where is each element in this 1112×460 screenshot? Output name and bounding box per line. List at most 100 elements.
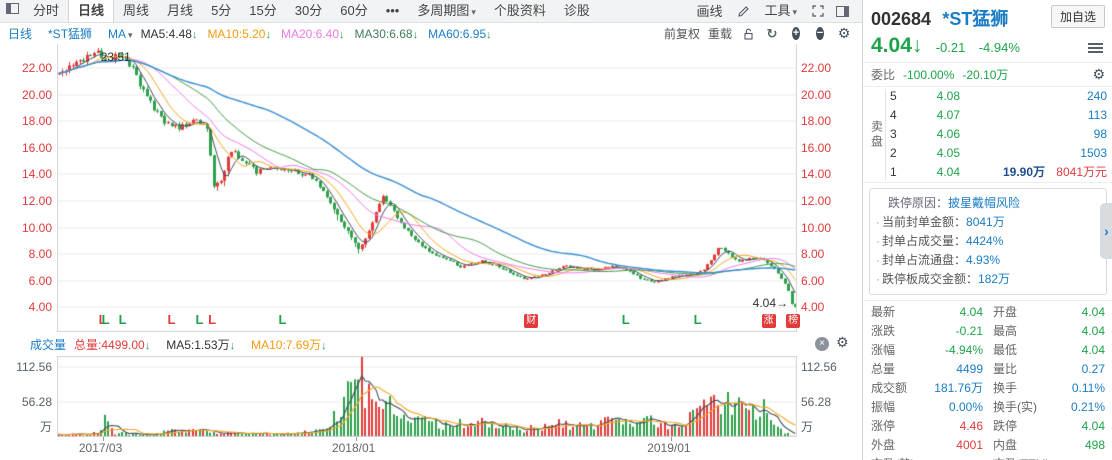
date-label: 2017/03 xyxy=(78,441,123,455)
price-axis-label: 4.00 xyxy=(28,300,52,315)
tab-周线[interactable]: 周线 xyxy=(114,0,158,22)
event-marker-l[interactable]: L xyxy=(278,313,286,327)
tab-多周期图[interactable]: 多周期图 ▾ xyxy=(408,0,485,22)
toolbar-right-group: 画线 工具 ▾ xyxy=(687,0,862,22)
stat-row: 量比 0.27 xyxy=(993,362,1105,376)
price-row: 4.04↓ -0.21 -4.94% xyxy=(863,31,1112,63)
gear-icon[interactable]: ⚙ xyxy=(836,25,852,42)
stock-name-link[interactable]: *ST猛狮 xyxy=(48,25,92,42)
event-badge-财[interactable]: 财 xyxy=(524,314,539,328)
volume-header-item: 成交量 xyxy=(30,337,67,352)
drawer-handle[interactable]: › xyxy=(1100,203,1112,259)
chevron-down-icon: ▾ xyxy=(792,6,797,17)
limit-info-item: · 当前封单金额：8041万 xyxy=(876,215,1005,229)
tab-•••[interactable]: ••• xyxy=(377,0,409,22)
period-tabs: 分时 日线 周线 月线 5分 15分 30分 60分 ••• 多周期图 ▾ 个股资料 诊股 xyxy=(24,0,599,22)
last-price: 4.04 xyxy=(871,34,912,57)
ma-selector-button[interactable]: MA ▾ xyxy=(108,27,133,41)
stock-name: *ST猛狮 xyxy=(942,9,1009,29)
price-axis-label: 16.00 xyxy=(801,140,832,155)
volume-header: 成交量 总量:4499.00↓ MA5:1.53万↓ MA10:7.69万↓ xyxy=(30,335,343,353)
sell-order-row: 2 4.05 1503 xyxy=(890,146,1107,160)
tab-30分[interactable]: 30分 xyxy=(286,0,331,22)
tab-15分[interactable]: 15分 xyxy=(240,0,285,22)
event-badge-榜[interactable]: 榜 xyxy=(786,314,801,328)
down-arrow-icon: ↓ xyxy=(486,28,492,41)
stat-row: 最低 4.04 xyxy=(993,343,1105,357)
volume-unit-label: 万 xyxy=(801,420,814,434)
tab-60分[interactable]: 60分 xyxy=(331,0,376,22)
chevron-down-icon: ▾ xyxy=(128,29,133,40)
quote-settings-gear-icon[interactable]: ⚙ xyxy=(1092,66,1105,83)
工具-button[interactable]: 工具 ▾ xyxy=(755,0,806,23)
event-marker-double-l[interactable]: LL xyxy=(99,313,110,327)
volume-header-item: 总量:4499.00↓ xyxy=(74,337,151,352)
stock-chart-app: 分时 日线 周线 月线 5分 15分 30分 60分 ••• 多周期图 ▾ 个股资料 诊股 画线 工具 ▾ … xyxy=(0,0,1112,460)
tab-分时[interactable]: 分时 xyxy=(24,0,68,22)
stat-row: 最高 4.04 xyxy=(993,324,1105,338)
refresh-icon[interactable]: ↻ xyxy=(764,26,780,42)
price-axis-label: 6.00 xyxy=(801,273,825,288)
price-change: -0.21 xyxy=(935,40,966,55)
zoom-out-icon[interactable]: − xyxy=(812,26,828,42)
weibi-diff: -20.10万 xyxy=(962,68,1009,82)
前复权-button[interactable]: 前复权 xyxy=(664,25,700,42)
quote-panel: 002684 *ST猛狮 加自选 4.04↓ -0.21 -4.94% 委比 -… xyxy=(862,0,1112,460)
volume-axis-label: 112.56 xyxy=(801,360,837,374)
tab-个股资料[interactable]: 个股资料 xyxy=(485,0,555,22)
volume-axis-label: 112.56 xyxy=(16,360,52,374)
volume-settings-gear-icon[interactable]: ⚙ xyxy=(836,334,849,351)
period-label[interactable]: 日线 xyxy=(8,25,32,42)
tab-5分[interactable]: 5分 xyxy=(202,0,240,22)
expand-icon[interactable] xyxy=(810,3,826,19)
event-marker-l[interactable]: L xyxy=(196,313,204,327)
sell-order-row: 3 4.06 98 xyxy=(890,127,1107,141)
stat-row: 外盘 4001 xyxy=(871,438,983,452)
menu-icon[interactable] xyxy=(1088,41,1103,55)
sell-order-row: 4 4.07 113 xyxy=(890,108,1107,122)
tab-日线[interactable]: 日线 xyxy=(68,0,115,22)
price-axis-label: 18.00 xyxy=(21,114,52,129)
ma-readouts: MA5:4.48↓ MA10:5.20↓ MA20:6.40↓ MA30:6.68↓ M… xyxy=(141,27,502,41)
画线-button[interactable]: 画线 xyxy=(687,1,731,22)
limit-info-item: · 封单占流通盘：4.93% xyxy=(876,253,1001,267)
price-axis-label: 16.00 xyxy=(21,140,52,155)
close-pane-icon[interactable]: × xyxy=(815,337,829,351)
price-chart-canvas[interactable] xyxy=(57,44,797,332)
stat-row: 内盘 498 xyxy=(993,438,1105,452)
down-arrow-icon: ↓ xyxy=(412,28,419,41)
event-marker-l[interactable]: L xyxy=(622,313,630,327)
zoom-in-icon[interactable]: + xyxy=(788,26,804,42)
chart-header-row: 日线 *ST猛狮 MA ▾ MA5:4.48↓ MA10:5.20↓ MA20:6.4… xyxy=(0,23,862,45)
limit-reason-link[interactable]: 披星戴帽风险 xyxy=(948,196,1020,210)
stat-row: 总量 4499 xyxy=(871,362,983,376)
event-marker-l[interactable]: L xyxy=(119,313,127,327)
event-marker-l[interactable]: L xyxy=(694,313,702,327)
event-badge-涨[interactable]: 涨 xyxy=(761,314,776,328)
重载-button[interactable]: 重载 xyxy=(708,25,732,42)
panel-toggle-icon[interactable] xyxy=(4,0,20,16)
ma-readout: MA30:6.68↓ xyxy=(354,26,419,41)
stat-row: 最新 4.04 xyxy=(871,305,983,319)
price-axis-label: 6.00 xyxy=(28,273,52,288)
event-marker-l[interactable]: L xyxy=(208,313,216,327)
down-arrow-icon: ↓ xyxy=(229,339,236,352)
event-marker-l[interactable]: L xyxy=(167,313,175,327)
volume-axis-label: 56.28 xyxy=(801,395,832,409)
add-watchlist-button[interactable]: 加自选 xyxy=(1050,5,1105,28)
peak-price-annotation: 23.51 xyxy=(100,50,131,64)
pencil-icon[interactable] xyxy=(735,3,751,19)
volume-chart-canvas[interactable] xyxy=(57,356,797,437)
lock-icon[interactable] xyxy=(740,26,756,42)
tab-诊股[interactable]: 诊股 xyxy=(555,0,599,22)
sell-order-row: 5 4.08 240 xyxy=(890,89,1107,103)
volume-unit-label: 万 xyxy=(39,420,52,434)
price-axis-label: 20.00 xyxy=(801,87,832,102)
stat-row: 市盈(TTM)-- xyxy=(993,455,1105,460)
ma-readout: MA20:6.40↓ xyxy=(280,26,345,41)
chevron-down-icon: ▾ xyxy=(471,7,476,17)
tab-月线[interactable]: 月线 xyxy=(158,0,202,22)
layout-icon[interactable] xyxy=(834,3,850,19)
limit-info-item: · 跌停板成交金额：182万 xyxy=(876,272,1011,286)
stat-row: 市盈(静)-- xyxy=(871,455,983,460)
